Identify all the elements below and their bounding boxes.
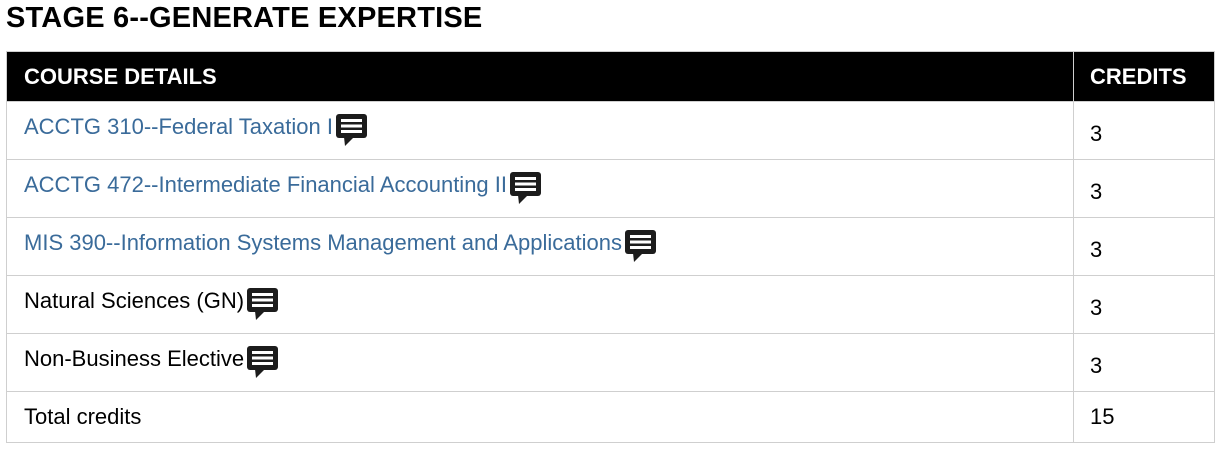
course-name: Natural Sciences (GN) [24,288,245,313]
course-details-header: COURSE DETAILS [6,51,1074,102]
course-table: COURSE DETAILS CREDITS ACCTG 310--Federa… [6,51,1215,443]
comment-icon[interactable] [246,344,280,380]
table-row: ACCTG 472--Intermediate Financial Accoun… [6,159,1215,218]
course-link[interactable]: ACCTG 310--Federal Taxation I [24,114,333,139]
course-details-cell: ACCTG 310--Federal Taxation I [6,101,1074,160]
credits-cell: 3 [1073,217,1215,276]
credits-cell: 3 [1073,101,1215,160]
course-details-cell: MIS 390--Information Systems Management … [6,217,1074,276]
table-row: ACCTG 310--Federal Taxation I 3 [6,101,1215,160]
credits-cell: 3 [1073,159,1215,218]
credits-cell: 3 [1073,333,1215,392]
table-header-row: COURSE DETAILS CREDITS [6,51,1215,102]
total-credits: 15 [1073,391,1215,443]
table-row: MIS 390--Information Systems Management … [6,217,1215,276]
table-row: Non-Business Elective 3 [6,333,1215,392]
credits-header: CREDITS [1073,51,1215,102]
course-details-cell: Non-Business Elective [6,333,1074,392]
comment-icon[interactable] [335,112,369,148]
course-link[interactable]: MIS 390--Information Systems Management … [24,230,622,255]
comment-icon[interactable] [246,286,280,322]
course-link[interactable]: ACCTG 472--Intermediate Financial Accoun… [24,172,507,197]
credits-cell: 3 [1073,275,1215,334]
course-details-cell: Natural Sciences (GN) [6,275,1074,334]
stage-title: STAGE 6--GENERATE EXPERTISE [6,2,483,34]
total-label: Total credits [6,391,1074,443]
course-details-cell: ACCTG 472--Intermediate Financial Accoun… [6,159,1074,218]
total-row: Total credits 15 [6,391,1215,443]
comment-icon[interactable] [509,170,543,206]
comment-icon[interactable] [624,228,658,264]
course-name: Non-Business Elective [24,346,245,371]
table-row: Natural Sciences (GN) 3 [6,275,1215,334]
